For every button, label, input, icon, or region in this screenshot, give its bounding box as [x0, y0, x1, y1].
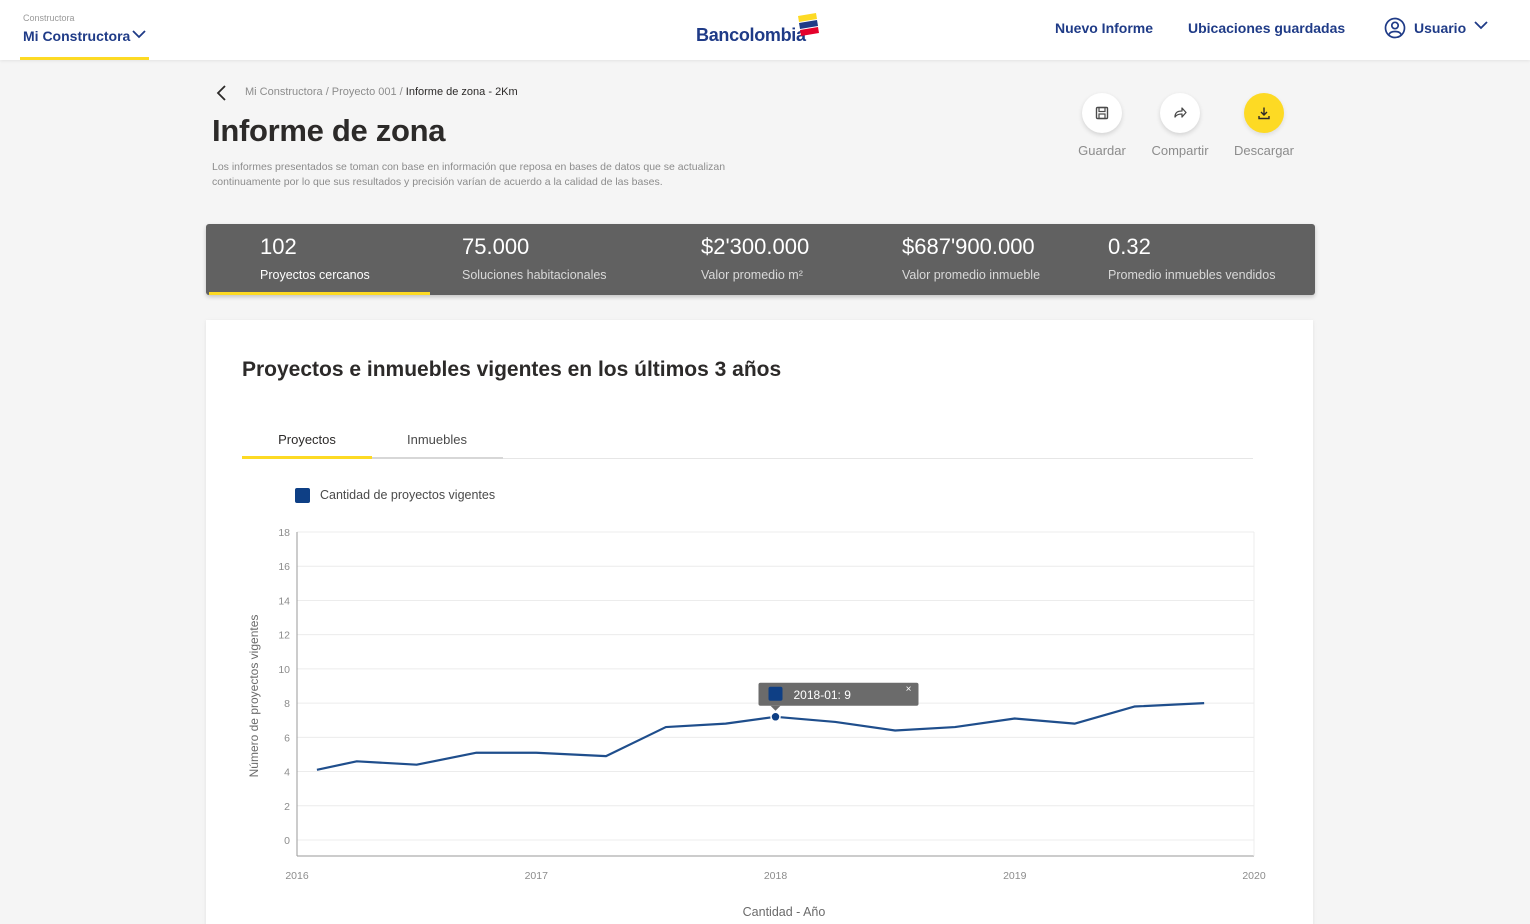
chevron-down-icon [132, 30, 146, 39]
logo-text: Bancolombia [696, 25, 806, 45]
x-tick-label: 2018 [764, 870, 788, 882]
x-tick-label: 2020 [1242, 870, 1266, 882]
download-button[interactable]: Descargar [1222, 93, 1306, 163]
stat-value: 102 [260, 234, 297, 259]
save-icon [1095, 106, 1109, 120]
stat-value: $2'300.000 [701, 234, 810, 259]
stat-caption: Promedio inmuebles vendidos [1108, 268, 1276, 282]
company-selector[interactable]: Constructora Mi Constructora [20, 0, 149, 60]
y-tick-label: 14 [278, 595, 290, 607]
nav-nuevo-informe[interactable]: Nuevo Informe [1055, 20, 1153, 36]
disclaimer-text: Los informes presentados se toman con ba… [212, 161, 726, 188]
back-arrow-icon[interactable] [214, 84, 230, 102]
y-tick-label: 0 [284, 835, 290, 847]
share-label: Compartir [1151, 143, 1209, 158]
y-tick-label: 10 [278, 664, 290, 676]
y-tick-label: 2 [284, 801, 290, 813]
user-icon [1384, 17, 1406, 39]
save-circle [1082, 93, 1122, 133]
line-chart: 0 2 4 6 8 10 12 14 16 18 2016 2017 2018 2019 2020 Canti… [247, 527, 1266, 919]
breadcrumb-path[interactable]: Mi Constructora / Proyecto 001 / [245, 86, 403, 98]
stat-caption: Valor promedio inmueble [902, 268, 1041, 282]
save-button[interactable]: Guardar [1060, 93, 1144, 163]
y-axis-label: Número de proyectos vigentes [247, 615, 261, 778]
tooltip-label: 2018-01: 9 [794, 688, 852, 702]
x-tick-label: 2016 [285, 870, 309, 882]
y-tick-label: 12 [278, 630, 290, 642]
nav-ubicaciones-guardadas[interactable]: Ubicaciones guardadas [1188, 20, 1345, 36]
stat-active-indicator [209, 292, 430, 295]
tooltip-swatch [768, 686, 783, 701]
download-circle [1244, 93, 1284, 133]
stat-caption: Valor promedio m² [701, 268, 803, 282]
stats-band: 102 Proyectos cercanos 75.000 Soluciones… [206, 224, 1315, 295]
chart-card: Proyectos e inmuebles vigentes en los úl… [206, 320, 1313, 924]
company-label: Constructora [23, 13, 75, 23]
stat-value: 0.32 [1108, 234, 1151, 259]
y-tick-label: 18 [278, 527, 290, 539]
stat-caption: Proyectos cercanos [260, 268, 370, 282]
highlighted-point [770, 711, 781, 723]
y-tick-label: 8 [284, 698, 290, 710]
top-bar: Constructora Mi Constructora Bancolombia… [0, 0, 1530, 60]
share-icon [1174, 107, 1187, 118]
chevron-down-icon [1474, 21, 1488, 30]
y-tick-label: 4 [284, 767, 290, 779]
stat-value: $687'900.000 [902, 234, 1035, 259]
download-label: Descargar [1234, 143, 1294, 158]
y-tick-label: 16 [278, 561, 290, 573]
share-button[interactable]: Compartir [1138, 93, 1222, 163]
user-name: Usuario [1414, 20, 1467, 36]
y-tick-label: 6 [284, 732, 290, 744]
stat-value: 75.000 [462, 234, 530, 259]
page-title: Informe de zona [212, 113, 446, 148]
flag-icon [798, 13, 819, 36]
save-label: Guardar [1078, 143, 1126, 158]
share-circle [1160, 93, 1200, 133]
stat-caption: Soluciones habitacionales [462, 268, 607, 282]
series-line [316, 702, 1205, 771]
bancolombia-logo[interactable]: Bancolombia [696, 12, 826, 48]
company-name: Mi Constructora [23, 28, 131, 44]
x-axis-label: Cantidad - Año [743, 905, 826, 919]
tooltip-pointer [770, 705, 781, 711]
x-tick-label: 2017 [525, 870, 549, 882]
breadcrumb-current: Informe de zona - 2Km [405, 86, 518, 98]
breadcrumb: Mi Constructora / Proyecto 001 / Informe… [245, 86, 518, 98]
close-icon[interactable]: × [906, 684, 912, 695]
download-icon [1258, 107, 1270, 120]
x-tick-label: 2019 [1003, 870, 1027, 882]
